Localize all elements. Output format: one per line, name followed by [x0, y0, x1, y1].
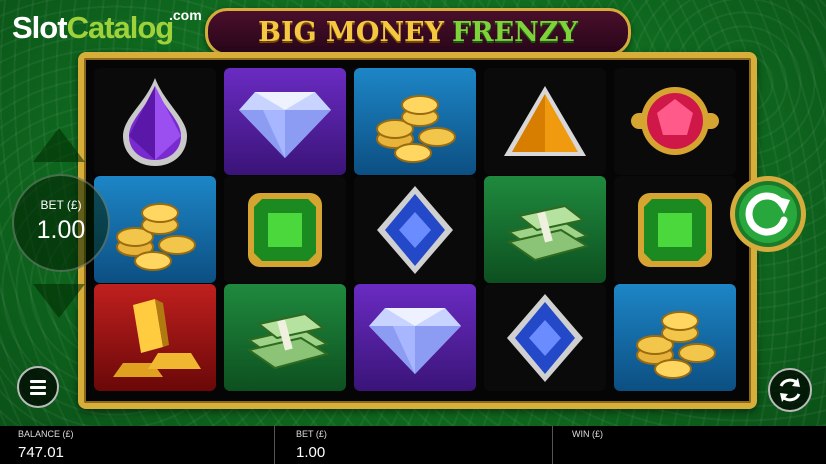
pink-gem-icon [631, 86, 719, 155]
title-big-money: BIG MONEY [258, 16, 444, 48]
title-frenzy: FRENZY [452, 16, 578, 48]
emerald-icon [638, 192, 712, 267]
symbol-blue-coins [614, 284, 736, 391]
watermark-part2: Catalog [66, 10, 175, 45]
bet-display[interactable]: BET (£) 1.00 [12, 174, 110, 272]
balance-value: 747.01 [18, 444, 64, 461]
balance-field: BALANCE (£) 747.01 [0, 426, 274, 464]
emerald-icon [248, 192, 322, 267]
purple-gem-icon [123, 77, 187, 166]
symbol-pink-gem [614, 68, 736, 175]
symbol-green-emerald [614, 176, 736, 283]
gold-coins-icon [376, 94, 456, 163]
cash-stack-icon [246, 312, 330, 369]
symbol-blue-diamond [354, 176, 476, 283]
bet-increase-button[interactable] [33, 128, 85, 162]
blue-diamond-icon [507, 293, 583, 382]
cash-stack-icon [506, 204, 590, 261]
win-label: WIN (£) [572, 429, 603, 439]
symbol-purple-diamond [354, 284, 476, 391]
white-diamond-icon [369, 307, 461, 374]
watermark-part1: Slot [12, 10, 68, 45]
gold-coins-icon [116, 202, 196, 271]
game-title-banner: BIG MONEY FRENZY [205, 8, 631, 56]
gold-coins-icon [636, 310, 716, 379]
symbol-green-cash [484, 176, 606, 283]
bet-decrease-button[interactable] [33, 284, 85, 318]
watermark-suffix: .com [169, 7, 202, 23]
win-field: WIN (£) [553, 426, 826, 464]
symbol-green-emerald [224, 176, 346, 283]
bet-label: BET (£) [296, 429, 327, 439]
symbol-purple-diamond [224, 68, 346, 175]
menu-icon-bar [30, 379, 46, 383]
bottom-info-bar: BALANCE (£) 747.01 BET (£) 1.00 WIN (£) [0, 426, 826, 464]
symbol-green-cash [224, 284, 346, 391]
menu-icon-bar [30, 385, 46, 389]
symbol-orange-triangle [484, 68, 606, 175]
symbol-gold-bars [94, 284, 216, 391]
white-diamond-icon [239, 91, 331, 158]
bet-field: BET (£) 1.00 [275, 426, 552, 464]
symbol-purple-gem [94, 68, 216, 175]
menu-button[interactable] [17, 366, 59, 408]
symbol-blue-coins [354, 68, 476, 175]
slotcatalog-watermark: SlotCatalog .com [12, 8, 202, 45]
orange-triangle-gem-icon [504, 85, 586, 156]
menu-icon-bar [30, 391, 46, 395]
spin-button[interactable] [728, 174, 808, 254]
blue-diamond-icon [377, 185, 453, 274]
reels-frame [78, 52, 757, 409]
symbol-blue-diamond [484, 284, 606, 391]
balance-label: BALANCE (£) [18, 429, 74, 439]
autoplay-button[interactable] [768, 368, 812, 412]
bet-widget-value: 1.00 [36, 216, 86, 244]
bet-widget-label: BET (£) [40, 198, 82, 212]
bet-value: 1.00 [296, 444, 326, 461]
gold-bars-icon [113, 298, 201, 377]
symbol-blue-coins [94, 176, 216, 283]
